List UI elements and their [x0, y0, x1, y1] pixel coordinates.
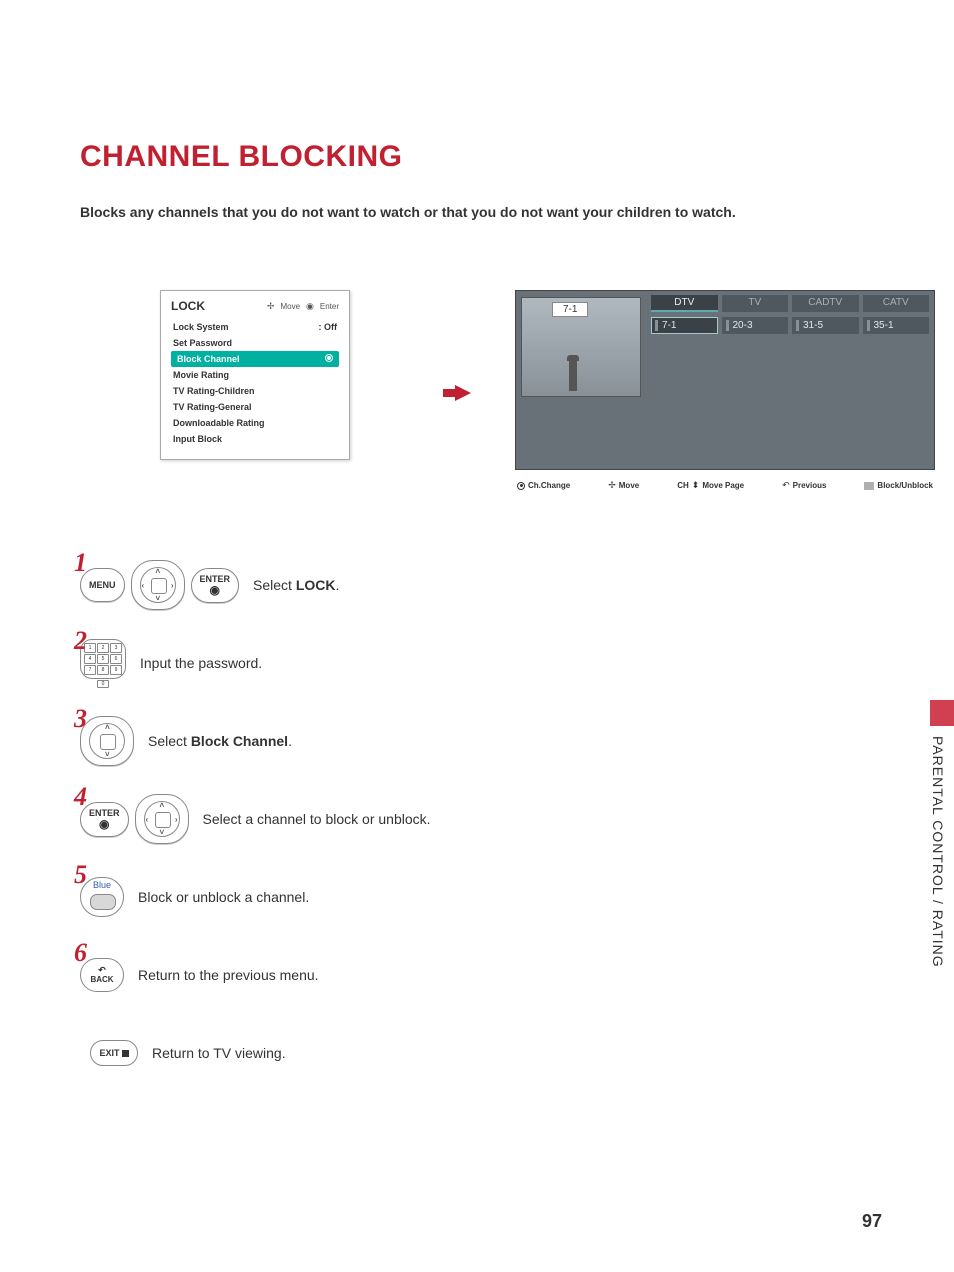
back-arrow-icon: ↶ [782, 480, 790, 491]
updown-icon: ⬍ [692, 480, 700, 491]
lock-item: Set Password [171, 335, 339, 351]
channel-list-panel: 7-1 DTV TV CADTV CATV 7-1 20-3 31-5 35-1 [515, 290, 935, 470]
step-text: Block or unblock a channel. [138, 889, 309, 905]
step-number: 1 [74, 548, 87, 578]
page-number: 97 [862, 1211, 882, 1232]
step-3: 3 ˄˅ Select Block Channel. [80, 716, 884, 766]
channel-item-selected: 7-1 [651, 317, 718, 334]
legend-movepage: Move Page [702, 481, 744, 490]
dpad-vertical-button[interactable]: ˄˅ [80, 716, 134, 766]
arrow-right-icon [455, 385, 471, 401]
tab-cadtv: CADTV [792, 295, 859, 312]
lock-item: Input Block [171, 431, 339, 447]
step-number: 3 [74, 704, 87, 734]
move-icon: ✢ [608, 480, 616, 491]
exit-button[interactable]: EXIT [90, 1040, 138, 1066]
move-icon: ✢ [267, 301, 275, 312]
legend-move: Move [619, 481, 639, 490]
side-tab: PARENTAL CONTROL / RATING [930, 700, 954, 980]
dpad-button[interactable]: ˄˅‹› [135, 794, 189, 844]
step-1: 1 MENU ˄˅‹› ENTER◉ Select LOCK. [80, 560, 884, 610]
steps: 1 MENU ˄˅‹› ENTER◉ Select LOCK. 2 123456… [80, 560, 884, 1078]
lock-menu-title: LOCK [171, 299, 205, 313]
block-icon [864, 482, 874, 490]
step-2: 2 123456789 0 Input the password. [80, 638, 884, 688]
enter-icon: ◉ [306, 301, 314, 312]
step-number: 6 [74, 938, 87, 968]
step-text: Select LOCK. [253, 577, 339, 593]
hint-enter: Enter [320, 302, 339, 311]
dpad-button[interactable]: ˄˅‹› [131, 560, 185, 610]
lock-menu-panel: LOCK ✢ Move ◉ Enter Lock System: Off Set… [160, 290, 350, 460]
step-5: 5 Blue Block or unblock a channel. [80, 872, 884, 922]
step-number: 5 [74, 860, 87, 890]
lock-item: Lock System: Off [171, 319, 339, 335]
legend-chchange: Ch.Change [528, 481, 570, 490]
side-tab-accent [930, 700, 954, 726]
legend-previous: Previous [793, 481, 827, 490]
intro-text: Blocks any channels that you do not want… [80, 204, 884, 220]
page-title: CHANNEL BLOCKING [80, 140, 884, 174]
lock-item: Downloadable Rating [171, 415, 339, 431]
step-text: Input the password. [140, 655, 262, 671]
tab-catv: CATV [863, 295, 930, 312]
lock-item: TV Rating-Children [171, 383, 339, 399]
legend-bar: Ch.Change ✢Move CH⬍Move Page ↶Previous B… [515, 476, 935, 495]
exit-square-icon [122, 1050, 129, 1057]
lock-menu-hints: ✢ Move ◉ Enter [267, 301, 339, 312]
enter-button[interactable]: ENTER◉ [191, 568, 240, 603]
hint-move: Move [280, 302, 300, 311]
step-text: Select a channel to block or unblock. [203, 811, 431, 827]
lock-item: Movie Rating [171, 367, 339, 383]
step-exit: EXIT Return to TV viewing. [80, 1028, 884, 1078]
channel-item: 35-1 [863, 317, 930, 334]
channel-item: 20-3 [722, 317, 789, 334]
step-text: Select Block Channel. [148, 733, 292, 749]
step-number: 4 [74, 782, 87, 812]
step-6: 6 ↶BACK Return to the previous menu. [80, 950, 884, 1000]
legend-block: Block/Unblock [877, 481, 933, 490]
preview-channel: 7-1 [552, 302, 588, 317]
enter-icon [517, 482, 525, 490]
legend-ch: CH [677, 481, 689, 490]
step-text: Return to the previous menu. [138, 967, 319, 983]
lock-item: TV Rating-General [171, 399, 339, 415]
preview-thumbnail: 7-1 [521, 297, 641, 397]
enter-button[interactable]: ENTER◉ [80, 802, 129, 837]
selected-dot-icon [325, 354, 333, 362]
tab-tv: TV [722, 295, 789, 312]
channel-item: 31-5 [792, 317, 859, 334]
step-number: 2 [74, 626, 87, 656]
step-4: 4 ENTER◉ ˄˅‹› Select a channel to block … [80, 794, 884, 844]
figures: LOCK ✢ Move ◉ Enter Lock System: Off Set… [160, 290, 884, 530]
lock-item-selected: Block Channel [171, 351, 339, 367]
tab-dtv: DTV [651, 295, 718, 312]
section-label: PARENTAL CONTROL / RATING [930, 736, 946, 968]
lighthouse-graphic [569, 361, 577, 391]
step-text: Return to TV viewing. [152, 1045, 286, 1061]
